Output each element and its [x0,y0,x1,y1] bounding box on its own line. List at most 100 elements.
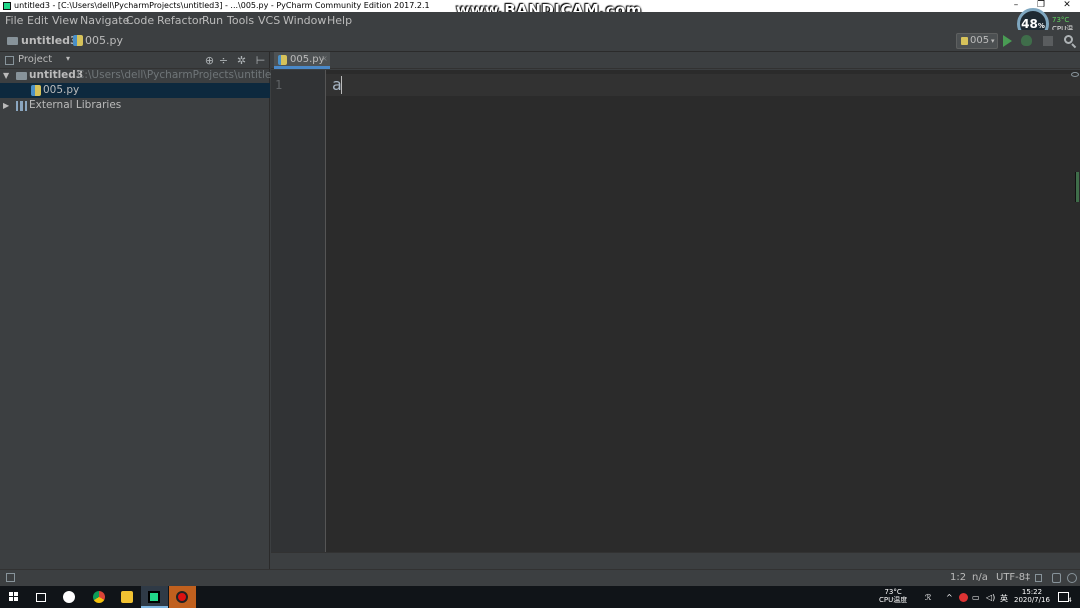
stop-icon[interactable] [1043,36,1053,46]
tree-item-label: 005.py [43,84,80,96]
tree-item-label: untitled3 [29,69,84,81]
tray-clock[interactable]: 15:22 2020/7/16 [1014,588,1050,604]
run-configuration-label: 005 [970,35,990,46]
task-view-button[interactable] [27,586,54,608]
folder-icon [7,37,18,45]
library-icon [16,101,27,111]
ime-indicator[interactable]: 英 [1000,593,1008,604]
horizontal-scrollbar-area[interactable] [271,552,1080,569]
python-file-icon [31,85,41,96]
folder-icon [16,72,27,80]
event-log-icon[interactable] [1067,573,1077,583]
task-view-icon [36,593,46,602]
chevron-down-icon: ▾ [991,37,995,45]
people-icon[interactable]: ℛ [925,593,931,602]
pycharm-app-icon [3,2,11,10]
menu-code[interactable]: Code [126,14,154,27]
line-separator[interactable]: n/a [972,570,988,586]
tree-item-project-root[interactable]: ▼ untitled3 C:\Users\dell\PycharmProject… [0,68,285,83]
expand-arrow-icon[interactable]: ▼ [3,68,9,83]
menu-vcs[interactable]: VCS [258,14,280,27]
search-icon[interactable] [1064,35,1077,49]
project-view-icon [5,56,14,65]
tab-label: 005.py [290,54,325,65]
notification-count: 4 [1068,597,1072,604]
start-button[interactable] [0,586,27,608]
cpu-temp: 73°C [1052,16,1070,24]
window-title: untitled3 - [C:\Users\dell\PycharmProjec… [14,1,430,10]
taskbar-app-pycharm[interactable] [141,586,168,608]
tree-item-path: C:\Users\dell\PycharmProjects\untitled3 [77,69,285,81]
python-file-icon [961,37,968,45]
chrome-icon [93,591,105,603]
clock-date: 2020/7/16 [1014,596,1050,604]
inspector-icon[interactable] [1052,573,1061,583]
status-bar: 1:2 n/a UTF-8‡ [0,569,1080,586]
windows-logo-icon [9,592,19,602]
file-explorer-icon [121,591,133,603]
pinwheel-app-icon [63,591,75,603]
close-button[interactable]: ✕ [1054,0,1080,12]
scroll-from-source-icon[interactable]: ⊕ [204,55,215,66]
bandicam-tray-icon[interactable] [959,593,968,602]
hide-panel-icon[interactable]: ⊢ [255,55,266,66]
taskbar-app-explorer[interactable] [113,586,140,608]
menu-tools[interactable]: Tools [227,14,254,27]
menu-bar: File Edit View Navigate Code Refactor Ru… [0,12,1080,30]
menu-refactor[interactable]: Refactor [157,14,203,27]
caret-position[interactable]: 1:2 [950,570,966,586]
project-panel-title[interactable]: Project [18,54,52,65]
tray-cpu-temp[interactable]: 73°C CPU温度 [879,588,907,604]
menu-help[interactable]: Help [327,14,352,27]
chevron-up-icon[interactable]: ^ [946,593,953,602]
run-icon[interactable] [1003,35,1012,47]
lock-icon[interactable] [1035,574,1042,582]
collapse-all-icon[interactable]: ÷ [218,55,229,66]
pycharm-icon [148,591,160,603]
tray-temp-label: CPU温度 [879,596,908,604]
breadcrumb-project[interactable]: untitled3 [21,34,78,47]
taskbar-app-pinwheel[interactable] [55,586,82,608]
tray-temp-value: 73°C [884,588,902,596]
cpu-percent-sign: % [1037,22,1045,30]
tab-005-py[interactable]: 005.py × [274,52,330,69]
expand-arrow-icon[interactable]: ▶ [3,98,9,113]
tree-item-label: External Libraries [29,99,122,111]
tool-windows-toggle-icon[interactable] [6,573,15,582]
taskbar-app-bandicam[interactable] [169,586,196,608]
windows-taskbar: 73°C CPU温度 ℛ ^ ▭ ◁) 英 15:22 2020/7/16 4 [0,586,1080,608]
tree-item-external-libraries[interactable]: ▶ External Libraries [0,98,270,113]
breadcrumb-file[interactable]: 005.py [85,34,123,47]
eye-icon[interactable] [1071,72,1079,77]
menu-view[interactable]: View [52,14,78,27]
tree-item-005-py[interactable]: 005.py [0,83,270,98]
file-encoding[interactable]: UTF-8‡ [996,570,1030,586]
code-editor[interactable]: a [326,70,1080,552]
python-file-icon [278,55,287,65]
gear-icon[interactable]: ✲ [236,55,247,66]
editor-gutter: 1 [271,70,326,552]
python-file-icon [73,35,83,46]
navigation-bar: untitled3 005.py 005 ▾ [0,30,1080,52]
menu-file[interactable]: File [5,14,23,27]
text-caret [341,76,342,94]
record-icon [176,591,188,603]
close-tab-icon[interactable]: × [321,54,328,63]
network-icon[interactable]: ▭ [972,593,980,602]
run-configuration-select[interactable]: 005 ▾ [956,33,998,49]
menu-edit[interactable]: Edit [27,14,48,27]
menu-run[interactable]: Run [202,14,223,27]
line-number: 1 [275,78,283,92]
menu-window[interactable]: Window [283,14,326,27]
taskbar-app-chrome[interactable] [86,586,113,608]
volume-icon[interactable]: ◁) [986,593,995,602]
scrollbar-marker[interactable] [1075,172,1079,202]
debug-icon[interactable] [1021,35,1032,46]
current-line-highlight [326,74,1080,96]
editor-tab-bar: 005.py × [271,52,1080,69]
project-tool-window: Project ▾ ⊕ ÷ ✲ ⊢ ▼ untitled3 C:\Users\d… [0,52,285,569]
project-panel-header: Project ▾ ⊕ ÷ ✲ ⊢ [0,52,270,69]
chevron-down-icon[interactable]: ▾ [66,54,70,63]
menu-navigate[interactable]: Navigate [80,14,129,27]
clock-time: 15:22 [1021,588,1043,596]
